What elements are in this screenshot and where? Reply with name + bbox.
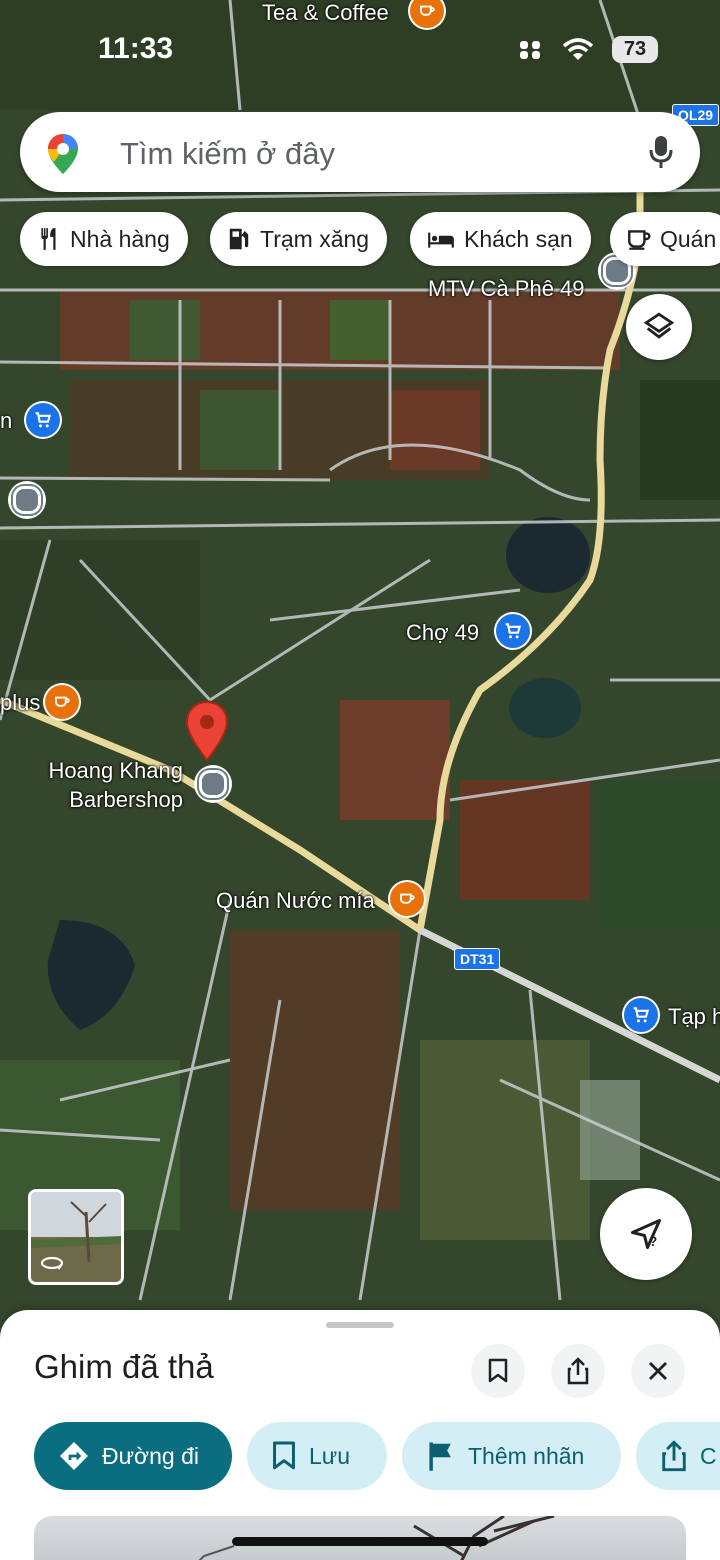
search-bar[interactable]: Tìm kiếm ở đây bbox=[20, 112, 700, 192]
place-poi-icon[interactable] bbox=[194, 765, 232, 803]
cafe-poi-icon[interactable] bbox=[45, 685, 79, 719]
shopping-cart-poi-icon[interactable] bbox=[26, 403, 60, 437]
map-label-barbershop-line2[interactable]: Barbershop bbox=[40, 787, 183, 813]
bookmark-icon bbox=[273, 1441, 295, 1470]
home-indicator[interactable] bbox=[232, 1537, 488, 1546]
layers-icon bbox=[643, 312, 675, 339]
road-badge-dt31: DT31 bbox=[454, 948, 501, 970]
map-label-plus[interactable]: plus bbox=[0, 690, 40, 716]
chip-label: Nhà hàng bbox=[70, 225, 170, 252]
coffee-cup-icon bbox=[628, 230, 651, 250]
bookmark-icon bbox=[488, 1358, 508, 1383]
battery-level: 73 bbox=[612, 36, 658, 63]
save-button[interactable]: Lưu bbox=[247, 1422, 387, 1490]
add-label-button[interactable]: Thêm nhãn bbox=[402, 1422, 621, 1490]
share-label: C bbox=[700, 1442, 717, 1469]
share-icon-button[interactable] bbox=[551, 1344, 605, 1398]
share-icon bbox=[567, 1357, 589, 1385]
cafe-poi-icon[interactable] bbox=[390, 882, 424, 916]
directions-button[interactable]: Đường đi bbox=[34, 1422, 232, 1490]
wifi-icon bbox=[562, 37, 594, 60]
chip-cafes[interactable]: Quán bbox=[610, 212, 720, 266]
chip-label: Quán bbox=[660, 225, 717, 252]
map-label-left-n[interactable]: n bbox=[0, 408, 12, 434]
search-input[interactable]: Tìm kiếm ở đây bbox=[120, 136, 335, 172]
place-poi-icon[interactable] bbox=[8, 481, 46, 519]
save-label: Lưu bbox=[309, 1442, 350, 1469]
chip-restaurants[interactable]: Nhà hàng bbox=[20, 212, 188, 266]
grid-dots-icon bbox=[520, 40, 540, 59]
svg-text:?: ? bbox=[649, 1234, 657, 1249]
category-chips: Nhà hàng Trạm xăng Khách sạn Quán bbox=[20, 212, 720, 268]
directions-icon bbox=[60, 1442, 88, 1470]
directions-label: Đường đi bbox=[102, 1442, 199, 1469]
status-bar: 11:33 73 bbox=[0, 28, 720, 72]
sheet-title: Ghim đã thả bbox=[34, 1348, 214, 1385]
chip-hotels[interactable]: Khách sạn bbox=[410, 212, 591, 266]
map-label-barbershop-line1[interactable]: Hoang Khang bbox=[40, 758, 183, 784]
shopping-cart-poi-icon[interactable] bbox=[496, 614, 530, 648]
gas-pump-icon bbox=[229, 228, 249, 250]
dropped-pin-icon[interactable] bbox=[184, 700, 230, 762]
fork-knife-icon bbox=[41, 228, 56, 250]
close-button[interactable] bbox=[631, 1344, 685, 1398]
map-label-tap-hoa[interactable]: Tạp h bbox=[668, 1004, 720, 1030]
chip-label: Trạm xăng bbox=[260, 225, 370, 252]
chip-gas-stations[interactable]: Trạm xăng bbox=[210, 212, 388, 266]
chip-label: Khách sạn bbox=[464, 225, 573, 252]
layers-button[interactable] bbox=[626, 294, 692, 360]
place-bottom-sheet[interactable]: Ghim đã thả Đường đi Lưu Thêm nhãn C bbox=[0, 1310, 720, 1560]
map-label-tea-coffee[interactable]: Tea & Coffee bbox=[262, 0, 389, 26]
my-location-button[interactable]: ? bbox=[600, 1188, 692, 1280]
map-label-nuoc-mia[interactable]: Quán Nước mía bbox=[216, 888, 375, 914]
save-icon-button[interactable] bbox=[471, 1344, 525, 1398]
add-label-label: Thêm nhãn bbox=[468, 1442, 585, 1469]
bed-icon bbox=[428, 232, 454, 248]
satellite-map[interactable]: Tea & Coffee QL29 MTV Cà Phê 49 n Chợ 49… bbox=[0, 0, 720, 1330]
map-label-cafe-49[interactable]: MTV Cà Phê 49 bbox=[428, 276, 585, 302]
map-label-market-49[interactable]: Chợ 49 bbox=[406, 620, 479, 646]
share-button[interactable]: C bbox=[636, 1422, 720, 1490]
close-icon bbox=[649, 1362, 667, 1380]
street-view-thumbnail[interactable] bbox=[28, 1189, 124, 1285]
location-arrow-unknown-icon: ? bbox=[631, 1219, 661, 1249]
shopping-cart-poi-icon[interactable] bbox=[624, 998, 658, 1032]
flag-icon bbox=[429, 1442, 451, 1471]
status-time: 11:33 bbox=[98, 32, 174, 65]
share-icon bbox=[662, 1440, 686, 1472]
microphone-icon[interactable] bbox=[648, 134, 674, 170]
rotate-360-icon bbox=[40, 1256, 64, 1270]
satellite-imagery bbox=[0, 0, 720, 1330]
google-maps-logo-icon bbox=[48, 134, 78, 174]
drag-handle[interactable] bbox=[326, 1322, 394, 1328]
